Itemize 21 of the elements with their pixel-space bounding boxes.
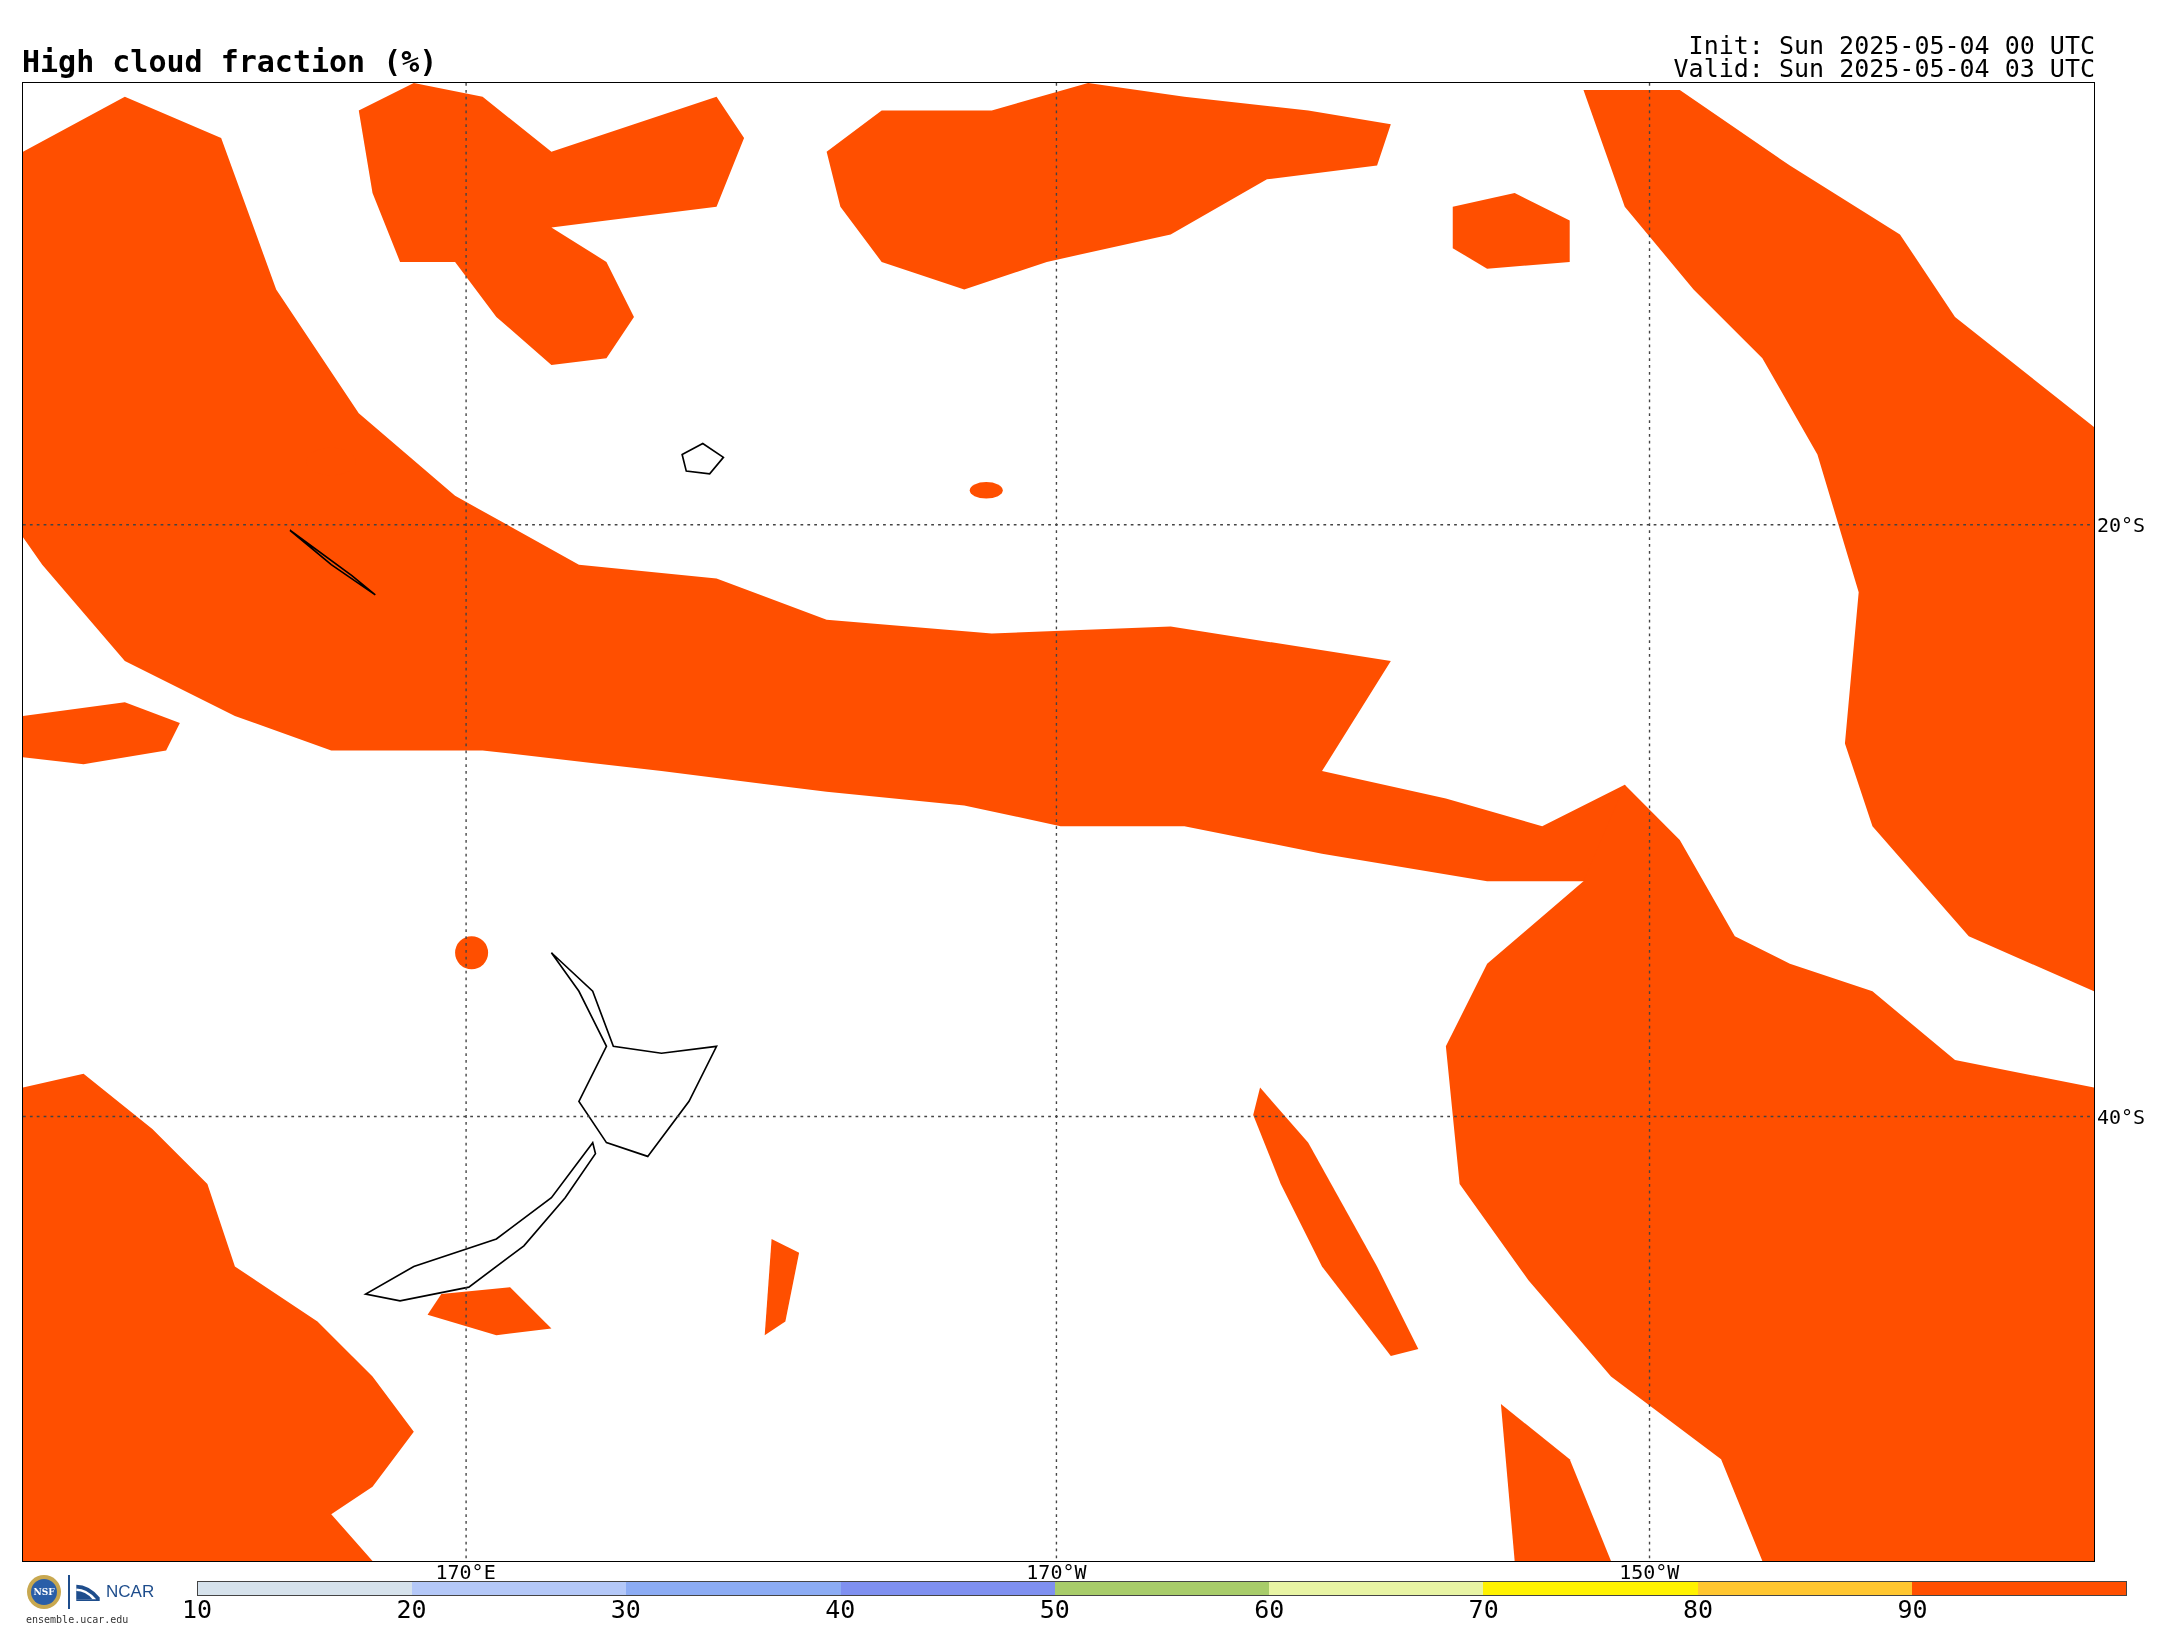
scale-tick-label: 50 [1039,1596,1070,1624]
nsf-seal-icon: NSF [26,1574,62,1610]
init-time: Init: Sun 2025-05-04 00 UTC [1688,34,2095,57]
valid-time: Valid: Sun 2025-05-04 03 UTC [1673,57,2095,80]
website-url: ensemble.ucar.edu [26,1614,130,1625]
scale-tick-label: 30 [610,1596,641,1624]
chart-title: High cloud fraction (%) [22,44,438,80]
ncar-wordmark: NCAR [106,1583,155,1601]
longitude-label: 170°E [435,1562,496,1582]
longitude-label: 170°W [1026,1562,1087,1582]
longitude-label: 150°W [1619,1562,1680,1582]
scale-tick-label: 70 [1468,1596,1499,1624]
scale-tick-label: 90 [1897,1596,1928,1624]
latitude-label: 40°S [2096,1106,2146,1127]
ncar-logo-icon [76,1583,100,1601]
scale-tick-label: 80 [1683,1596,1714,1624]
scale-tick-label: 60 [1254,1596,1285,1624]
scale-tick-label: 10 [181,1596,213,1624]
scale-tick-label: 20 [396,1596,427,1624]
scale-tick-label: 40 [825,1596,856,1624]
latitude-label: 20°S [2096,514,2146,535]
